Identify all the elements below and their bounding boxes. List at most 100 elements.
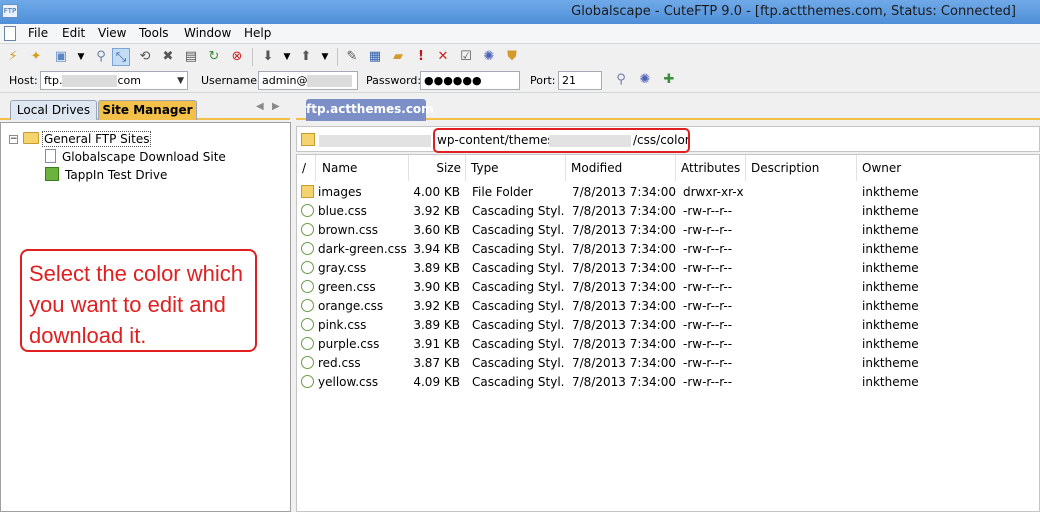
add-site-icon[interactable]: ✚: [660, 71, 678, 89]
shield-icon[interactable]: ⛊: [503, 48, 521, 66]
new-site-icon[interactable]: ▣: [52, 48, 70, 66]
filter-icon[interactable]: ▤: [182, 48, 200, 66]
file-name-cell: images: [301, 183, 407, 202]
view-icon[interactable]: ▦: [366, 48, 384, 66]
file-attributes: -rw-r--r--: [683, 337, 733, 351]
document-icon[interactable]: [4, 26, 16, 41]
download-icon[interactable]: ⬇: [259, 48, 277, 66]
menu-window[interactable]: Window: [184, 26, 231, 40]
file-type: Cascading Styl...: [472, 242, 564, 256]
css-file-icon: [301, 242, 314, 255]
download-dropdown-icon[interactable]: ▼: [278, 48, 296, 66]
file-owner: inktheme: [862, 223, 919, 237]
file-row[interactable]: images 4.00 KB File Folder 7/8/2013 7:34:00…: [297, 183, 1039, 202]
username-input[interactable]: admin@: [258, 71, 358, 90]
file-type: Cascading Styl...: [472, 337, 564, 351]
folder-icon: [301, 185, 314, 198]
site-manager-icon[interactable]: ⤡: [112, 48, 130, 66]
stop-icon[interactable]: ✖: [159, 48, 177, 66]
file-name-cell: gray.css: [301, 259, 407, 278]
delete-icon[interactable]: ✕: [434, 48, 452, 66]
css-file-icon: [301, 337, 314, 350]
file-name: gray.css: [318, 261, 367, 275]
menu-edit[interactable]: Edit: [62, 26, 85, 40]
upload-dropdown-icon[interactable]: ▼: [316, 48, 334, 66]
tab-site-manager[interactable]: Site Manager: [98, 100, 197, 120]
file-modified: 7/8/2013 7:34:00 ...: [572, 185, 676, 199]
chevron-down-icon[interactable]: ▼: [177, 73, 184, 89]
port-input[interactable]: 21: [558, 71, 602, 90]
redacted-text: [62, 75, 118, 87]
menu-view[interactable]: View: [98, 26, 126, 40]
css-file-icon: [301, 375, 314, 388]
file-row[interactable]: blue.css 3.92 KB Cascading Styl... 7/8/2013…: [297, 202, 1039, 221]
upload-icon[interactable]: ⬆: [297, 48, 315, 66]
password-input[interactable]: ●●●●●●: [420, 71, 520, 90]
chevron-right-icon[interactable]: ▶: [272, 101, 280, 112]
tree-item-tappin-test-drive[interactable]: TappIn Test Drive: [45, 167, 167, 184]
password-label: Password:: [366, 74, 422, 87]
collapse-toggle[interactable]: −: [9, 135, 18, 144]
file-type: Cascading Styl...: [472, 261, 564, 275]
file-row[interactable]: pink.css 3.89 KB Cascading Styl... 7/8/2013…: [297, 316, 1039, 335]
folder-icon: [23, 132, 39, 144]
file-row[interactable]: orange.css 3.92 KB Cascading Styl... 7/8/20…: [297, 297, 1039, 316]
file-name: green.css: [318, 280, 376, 294]
file-owner: inktheme: [862, 356, 919, 370]
file-attributes: -rw-r--r--: [683, 242, 733, 256]
file-row[interactable]: gray.css 3.89 KB Cascading Styl... 7/8/2013…: [297, 259, 1039, 278]
chevron-left-icon[interactable]: ◀: [256, 101, 264, 112]
connect-icon[interactable]: ⚡: [4, 48, 22, 66]
host-input[interactable]: ftp. com ▼: [40, 71, 188, 90]
dropdown-icon[interactable]: ▼: [72, 48, 90, 66]
tab-local-drives[interactable]: Local Drives: [10, 100, 97, 120]
column-owner[interactable]: Owner: [857, 155, 1039, 181]
connect-icon[interactable]: ⚲: [612, 71, 630, 89]
cancel-icon[interactable]: ⊗: [228, 48, 246, 66]
file-modified: 7/8/2013 7:34:00 ...: [572, 318, 676, 332]
file-row[interactable]: red.css 3.87 KB Cascading Styl... 7/8/2013 …: [297, 354, 1039, 373]
settings-icon[interactable]: ✺: [480, 48, 498, 66]
column-size[interactable]: Size: [409, 155, 466, 181]
file-owner: inktheme: [862, 204, 919, 218]
path-annotation-box: [433, 128, 690, 153]
file-row[interactable]: brown.css 3.60 KB Cascading Styl... 7/8/201…: [297, 221, 1039, 240]
properties-icon[interactable]: ☑: [457, 48, 475, 66]
folder-icon: [301, 133, 315, 146]
file-row[interactable]: dark-green.css 3.94 KB Cascading Styl... 7/…: [297, 240, 1039, 259]
column-sort[interactable]: /: [297, 155, 316, 181]
menu-tools[interactable]: Tools: [139, 26, 169, 40]
new-folder-icon[interactable]: ▰: [389, 48, 407, 66]
menu-help[interactable]: Help: [244, 26, 271, 40]
port-label: Port:: [530, 74, 556, 87]
file-row[interactable]: green.css 3.90 KB Cascading Styl... 7/8/201…: [297, 278, 1039, 297]
file-row[interactable]: yellow.css 4.09 KB Cascading Styl... 7/8/20…: [297, 373, 1039, 392]
file-name-cell: green.css: [301, 278, 407, 297]
column-attributes[interactable]: Attributes: [676, 155, 746, 181]
file-row[interactable]: purple.css 3.91 KB Cascading Styl... 7/8/20…: [297, 335, 1039, 354]
edit-icon[interactable]: ✎: [343, 48, 361, 66]
column-description[interactable]: Description: [746, 155, 857, 181]
menu-file[interactable]: File: [28, 26, 48, 40]
file-attributes: -rw-r--r--: [683, 375, 733, 389]
reconnect-icon[interactable]: ⟲: [136, 48, 154, 66]
tree-item-globalscape-download-site[interactable]: Globalscape Download Site: [45, 149, 226, 166]
file-owner: inktheme: [862, 261, 919, 275]
column-modified[interactable]: Modified: [566, 155, 676, 181]
exclamation-icon[interactable]: !: [412, 48, 430, 66]
tappin-site-icon: [45, 167, 59, 181]
file-name-cell: brown.css: [301, 221, 407, 240]
callout-text: Select the color which you want to edit …: [29, 261, 243, 348]
column-type[interactable]: Type: [466, 155, 566, 181]
settings-icon[interactable]: ✺: [636, 71, 654, 89]
column-name[interactable]: Name: [317, 155, 409, 181]
disconnect-icon[interactable]: ⚲: [92, 48, 110, 66]
tree-item-general-ftp-sites[interactable]: General FTP Sites: [23, 131, 152, 148]
file-owner: inktheme: [862, 280, 919, 294]
file-owner: inktheme: [862, 185, 919, 199]
quick-connect-icon[interactable]: ✦: [27, 48, 45, 66]
redacted-text: [307, 75, 353, 87]
tab-session[interactable]: ftp.actthemes.com: [306, 99, 434, 121]
file-size: 3.92 KB: [413, 299, 460, 313]
refresh-icon[interactable]: ↻: [205, 48, 223, 66]
